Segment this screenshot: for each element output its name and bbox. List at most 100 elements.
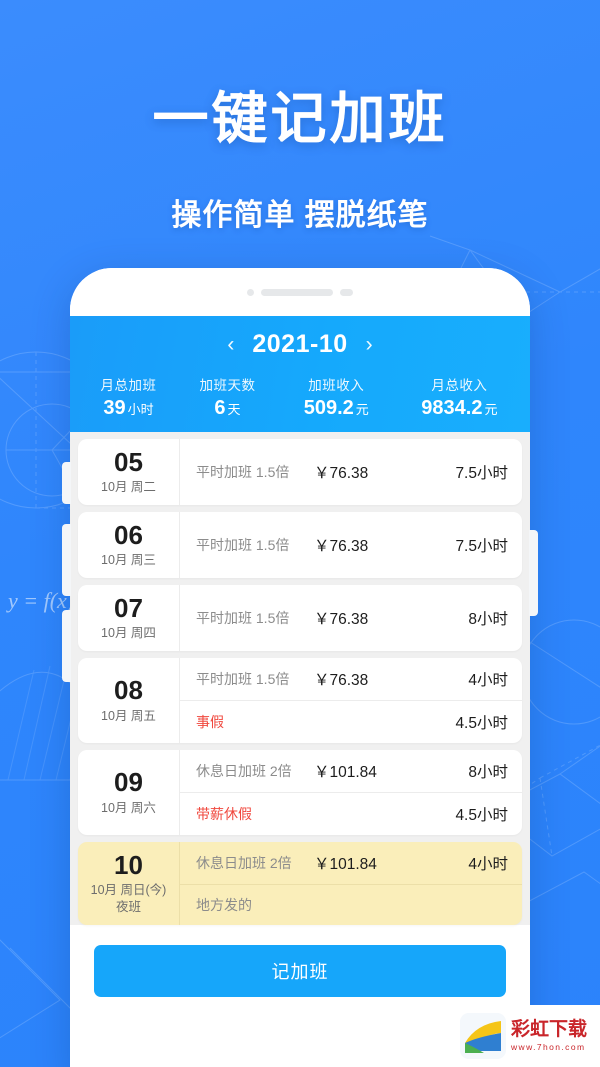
record-amount: ￥76.38 — [314, 672, 369, 689]
site-name: 彩虹下载 — [511, 1019, 588, 1041]
stat-total-overtime: 月总加班 39 小时 — [78, 374, 179, 418]
proximity-sensor-icon — [340, 288, 353, 296]
stat-unit: 元 — [355, 402, 369, 417]
stat-unit: 天 — [227, 402, 241, 417]
phone-button-mute — [62, 462, 71, 504]
record-hours: 7.5小时 — [455, 538, 508, 555]
record-entries: 平时加班 1.5倍 ￥76.38 8小时 — [180, 585, 522, 651]
record-entry[interactable]: 平时加班 1.5倍 ￥76.38 4小时 — [180, 658, 522, 700]
record-amount: ￥76.38 — [314, 611, 369, 628]
record-day-number: 08 — [114, 675, 143, 706]
record-hours: 4.5小时 — [455, 715, 508, 732]
record-entry[interactable]: 平时加班 1.5倍 ￥76.38 7.5小时 — [180, 451, 522, 493]
record-amount: ￥101.84 — [314, 764, 377, 781]
stat-number: 6 — [214, 397, 226, 419]
record-entries: 平时加班 1.5倍 ￥76.38 7.5小时 — [180, 439, 522, 505]
next-month-icon[interactable]: › — [366, 334, 373, 355]
record-entries: 休息日加班 2倍 ￥101.84 8小时带薪休假 4.5小时 — [180, 750, 522, 835]
monthly-stats: 月总加班 39 小时 加班天数 6天 加班收入 509.2 元 月总收入 9834.… — [70, 374, 530, 418]
record-hours: 7.5小时 — [455, 465, 508, 482]
prev-month-icon[interactable]: ‹ — [227, 334, 234, 355]
record-entry[interactable]: 休息日加班 2倍 ￥101.84 4小时 — [180, 842, 522, 884]
record-hours: 4小时 — [468, 672, 508, 689]
record-overtime-type: 休息日加班 2倍 — [196, 855, 292, 871]
stat-label: 加班收入 — [308, 378, 365, 393]
stat-overtime-days: 加班天数 6天 — [179, 374, 276, 418]
record-entry[interactable]: 带薪休假 4.5小时 — [180, 792, 522, 835]
phone-notch — [70, 268, 530, 316]
current-month-label: 2021-10 — [252, 329, 348, 358]
phone-button-volume-down — [62, 610, 71, 682]
promo-headline: 一键记加班 — [152, 87, 448, 150]
record-date-weekday: 10月 周四 — [101, 626, 156, 641]
month-navigator: ‹ 2021-10 › — [70, 327, 530, 361]
record-day-number: 06 — [114, 519, 143, 550]
record-overtime-type: 平时加班 1.5倍 — [196, 610, 290, 626]
speaker-grille — [261, 288, 333, 296]
action-bar: 记加班 — [70, 932, 530, 1015]
record-hours: 8小时 — [468, 611, 508, 628]
record-date-weekday: 10月 周二 — [101, 480, 156, 495]
record-amount: ￥76.38 — [314, 465, 369, 482]
stat-value: 39 小时 — [78, 398, 179, 418]
record-date-weekday: 10月 周六 — [101, 800, 156, 815]
record-row[interactable]: 09 10月 周六 休息日加班 2倍 ￥101.84 8小时带薪休假 4.5小时 — [78, 750, 522, 835]
camera-icon — [247, 288, 254, 296]
record-amount: ￥101.84 — [314, 856, 377, 873]
record-hours: 8小时 — [468, 764, 508, 781]
site-watermark-text: 彩虹下载 www.7hon.com — [511, 1020, 587, 1052]
site-logo-icon — [460, 1013, 506, 1059]
record-date-cell: 09 10月 周六 — [78, 750, 180, 835]
record-row[interactable]: 08 10月 周五 平时加班 1.5倍 ￥76.38 4小时事假 4.5小时 — [78, 658, 522, 743]
stat-label: 月总加班 — [100, 378, 157, 393]
record-row[interactable]: 07 10月 周四 平时加班 1.5倍 ￥76.38 8小时 — [78, 585, 522, 651]
record-entries: 平时加班 1.5倍 ￥76.38 7.5小时 — [180, 512, 522, 578]
record-date-weekday: 10月 周日(今) — [90, 883, 167, 898]
overtime-record-list: 05 10月 周二 平时加班 1.5倍 ￥76.38 7.5小时 06 10月 周三 平时加班… — [70, 432, 530, 925]
stat-value: 9834.2 元 — [397, 398, 522, 418]
record-date-cell: 10 10月 周日(今) 夜班 — [78, 842, 180, 925]
stat-number: 9834.2 — [421, 397, 483, 419]
record-entry[interactable]: 休息日加班 2倍 ￥101.84 8小时 — [180, 750, 522, 792]
stat-label: 月总收入 — [431, 378, 488, 393]
record-entry[interactable]: 平时加班 1.5倍 ￥76.38 8小时 — [180, 597, 522, 639]
stat-total-income: 月总收入 9834.2 元 — [397, 374, 522, 418]
record-hours: 4小时 — [468, 856, 508, 873]
site-watermark: 彩虹下载 www.7hon.com — [454, 1005, 600, 1067]
site-url: www.7hon.com — [511, 1041, 586, 1052]
record-overtime-type: 平时加班 1.5倍 — [196, 464, 290, 480]
record-row[interactable]: 10 10月 周日(今) 夜班 休息日加班 2倍 ￥101.84 4小时 地方发的 — [78, 842, 522, 925]
record-date-cell: 06 10月 周三 — [78, 512, 180, 578]
record-overtime-button[interactable]: 记加班 — [94, 945, 506, 997]
stat-label: 加班天数 — [199, 378, 256, 393]
record-entry[interactable]: 平时加班 1.5倍 ￥76.38 7.5小时 — [180, 524, 522, 566]
record-row[interactable]: 06 10月 周三 平时加班 1.5倍 ￥76.38 7.5小时 — [78, 512, 522, 578]
record-date-cell: 05 10月 周二 — [78, 439, 180, 505]
app-header: ‹ 2021-10 › 月总加班 39 小时 加班天数 6天 加班收入 509.2… — [70, 316, 530, 432]
record-day-number: 10 — [114, 850, 143, 881]
promo-screenshot: y = f(x) 一键记加班 操作简单 摆脱纸笔 ‹ 2021-10 › 月总加… — [0, 0, 600, 1067]
record-note-entry[interactable]: 地方发的 — [180, 884, 522, 925]
record-amount: ￥76.38 — [314, 538, 369, 555]
record-entry[interactable]: 事假 4.5小时 — [180, 700, 522, 743]
phone-mockup: ‹ 2021-10 › 月总加班 39 小时 加班天数 6天 加班收入 509.2… — [70, 268, 530, 1067]
record-date-cell: 07 10月 周四 — [78, 585, 180, 651]
record-row[interactable]: 05 10月 周二 平时加班 1.5倍 ￥76.38 7.5小时 — [78, 439, 522, 505]
record-date-weekday: 10月 周五 — [101, 708, 156, 723]
record-overtime-type: 平时加班 1.5倍 — [196, 671, 290, 687]
promo-subheadline: 操作简单 摆脱纸笔 — [171, 199, 429, 232]
stat-value: 509.2 元 — [276, 398, 397, 418]
record-leave-type: 事假 — [196, 714, 224, 730]
record-day-number: 09 — [114, 767, 143, 798]
record-overtime-type: 休息日加班 2倍 — [196, 763, 292, 779]
record-entries: 休息日加班 2倍 ￥101.84 4小时地方发的 — [180, 842, 522, 925]
stat-number: 509.2 — [303, 397, 354, 419]
record-date-weekday: 10月 周三 — [101, 553, 156, 568]
record-date-cell: 08 10月 周五 — [78, 658, 180, 743]
record-day-number: 07 — [114, 592, 143, 623]
stat-overtime-income: 加班收入 509.2 元 — [276, 374, 397, 418]
record-overtime-type: 平时加班 1.5倍 — [196, 537, 290, 553]
record-overtime-type: 地方发的 — [196, 897, 252, 913]
stat-unit: 元 — [484, 402, 498, 417]
record-entries: 平时加班 1.5倍 ￥76.38 4小时事假 4.5小时 — [180, 658, 522, 743]
